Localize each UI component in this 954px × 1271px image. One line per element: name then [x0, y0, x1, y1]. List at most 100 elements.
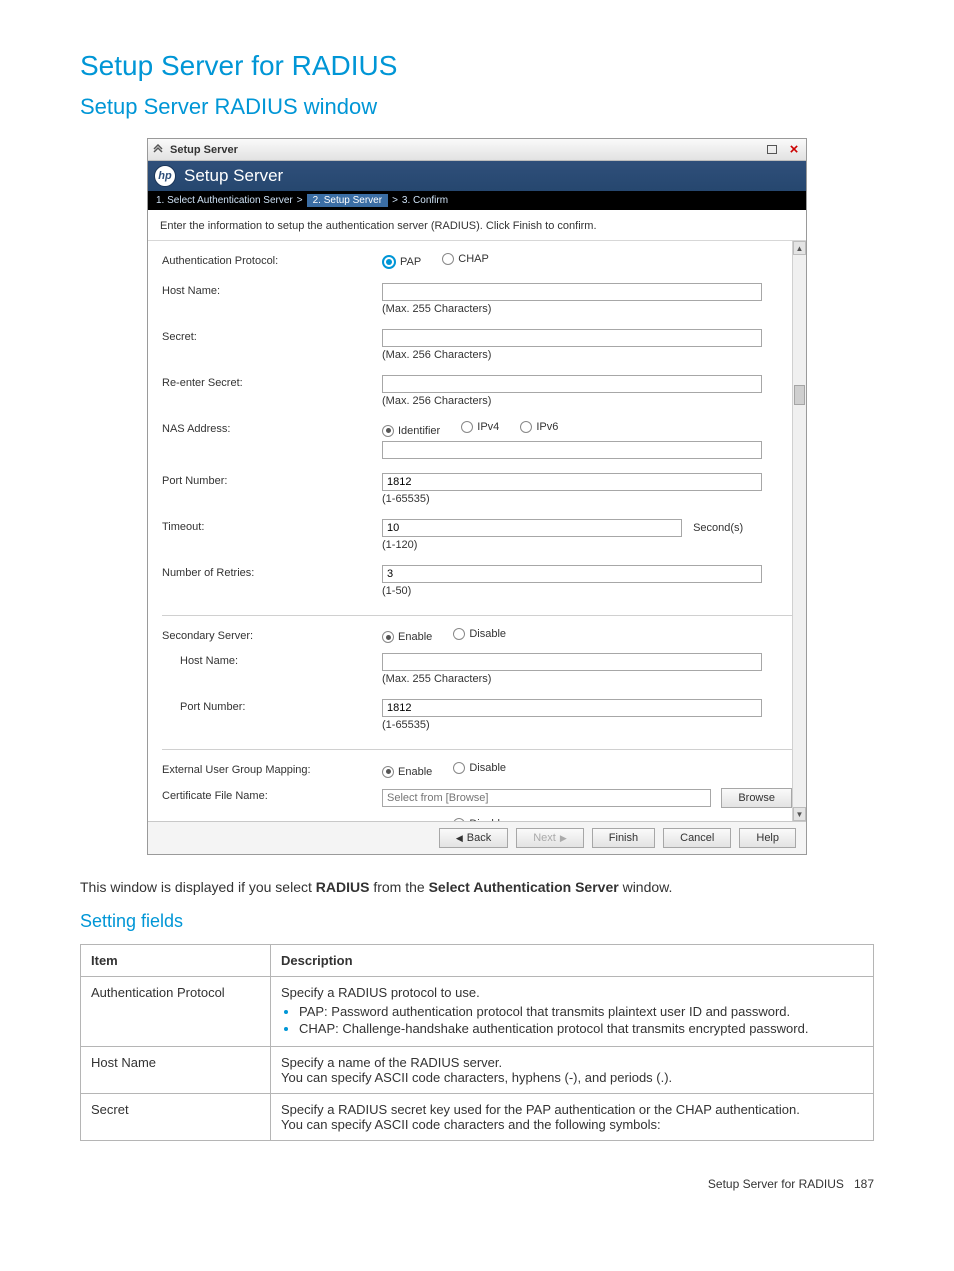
wizard-steps: 1. Select Authentication Server > 2. Set… — [148, 191, 806, 210]
certificate-file-input[interactable] — [382, 789, 711, 807]
triangle-left-icon: ◀ — [456, 833, 463, 844]
table-row: Secret Specify a RADIUS secret key used … — [81, 1094, 874, 1141]
retries-input[interactable] — [382, 565, 762, 583]
divider — [162, 749, 792, 750]
th-item: Item — [81, 945, 271, 977]
ext-group-enable-radio[interactable]: Enable — [382, 766, 432, 778]
ext-group-disable-radio[interactable]: Disable — [453, 762, 506, 774]
hp-logo-icon: hp — [154, 165, 176, 187]
secondary-port-number-input[interactable] — [382, 699, 762, 717]
desc-cell: Specify a RADIUS protocol to use. PAP: P… — [271, 977, 874, 1047]
nas-address-label: NAS Address: — [162, 421, 382, 435]
secret-label: Secret: — [162, 329, 382, 343]
nas-identifier-radio[interactable]: Identifier — [382, 425, 440, 437]
desc-cell: Specify a name of the RADIUS server. You… — [271, 1047, 874, 1094]
browse-button[interactable]: Browse — [721, 788, 792, 808]
reenter-secret-input[interactable] — [382, 375, 762, 393]
window-description: This window is displayed if you select R… — [80, 879, 874, 895]
radio-icon — [520, 421, 532, 433]
nas-ipv6-radio[interactable]: IPv6 — [520, 421, 558, 433]
cancel-button[interactable]: Cancel — [663, 828, 731, 848]
nas-ipv4-radio[interactable]: IPv4 — [461, 421, 499, 433]
auth-protocol-label: Authentication Protocol: — [162, 253, 382, 267]
scroll-down-icon[interactable]: ▼ — [793, 807, 806, 821]
secondary-host-name-hint: (Max. 255 Characters) — [382, 673, 792, 685]
step-2-active: 2. Setup Server — [307, 194, 388, 207]
close-button[interactable]: × — [786, 143, 802, 157]
banner-title: Setup Server — [184, 166, 283, 186]
scroll-thumb[interactable] — [794, 385, 805, 405]
desc-cell: Specify a RADIUS secret key used for the… — [271, 1094, 874, 1141]
table-row: Authentication Protocol Specify a RADIUS… — [81, 977, 874, 1047]
divider — [162, 615, 792, 616]
secondary-port-number-label: Port Number: — [162, 699, 382, 713]
timeout-input[interactable] — [382, 519, 682, 537]
page-footer: Setup Server for RADIUS 187 — [80, 1177, 874, 1191]
window-banner: hp Setup Server — [148, 161, 806, 191]
radio-icon — [382, 255, 396, 269]
back-button[interactable]: ◀Back — [439, 828, 508, 848]
port-number-label: Port Number: — [162, 473, 382, 487]
table-row: Host Name Specify a name of the RADIUS s… — [81, 1047, 874, 1094]
retries-hint: (1-50) — [382, 585, 792, 597]
port-number-input[interactable] — [382, 473, 762, 491]
port-number-hint: (1-65535) — [382, 493, 792, 505]
window-title: Setup Server — [170, 144, 238, 156]
timeout-unit: Second(s) — [693, 522, 743, 534]
secondary-enable-radio[interactable]: Enable — [382, 631, 432, 643]
item-cell: Host Name — [81, 1047, 271, 1094]
host-name-label: Host Name: — [162, 283, 382, 297]
finish-button[interactable]: Finish — [592, 828, 655, 848]
scroll-up-icon[interactable]: ▲ — [793, 241, 806, 255]
retries-label: Number of Retries: — [162, 565, 382, 579]
radio-icon — [382, 631, 394, 643]
timeout-hint: (1-120) — [382, 539, 792, 551]
radio-icon — [453, 818, 465, 822]
item-cell: Secret — [81, 1094, 271, 1141]
auth-protocol-pap-radio[interactable]: PAP — [382, 255, 421, 269]
setup-server-window: Setup Server × hp Setup Server 1. Select… — [147, 138, 807, 855]
radio-icon — [453, 628, 465, 640]
list-item: CHAP: Challenge-handshake authentication… — [299, 1021, 863, 1036]
step-1: 1. Select Authentication Server — [156, 195, 293, 206]
settings-table: Item Description Authentication Protocol… — [80, 944, 874, 1141]
page-subtitle: Setup Server RADIUS window — [80, 94, 874, 120]
dns-lookup-label: DNS Lookup: — [162, 818, 382, 822]
timeout-label: Timeout: — [162, 519, 382, 533]
radio-icon — [442, 253, 454, 265]
dns-disable-radio[interactable]: Disable — [453, 818, 506, 822]
secondary-host-name-input[interactable] — [382, 653, 762, 671]
wizard-button-bar: ◀Back Next▶ Finish Cancel Help — [148, 821, 806, 854]
next-button[interactable]: Next▶ — [516, 828, 584, 848]
help-button[interactable]: Help — [739, 828, 796, 848]
secondary-disable-radio[interactable]: Disable — [453, 628, 506, 640]
host-name-input[interactable] — [382, 283, 762, 301]
setting-fields-heading: Setting fields — [80, 911, 874, 932]
reenter-secret-hint: (Max. 256 Characters) — [382, 395, 792, 407]
scrollbar[interactable]: ▲ ▼ — [792, 241, 806, 821]
radio-icon — [453, 762, 465, 774]
secret-input[interactable] — [382, 329, 762, 347]
reenter-secret-label: Re-enter Secret: — [162, 375, 382, 389]
secret-hint: (Max. 256 Characters) — [382, 349, 792, 361]
secondary-host-name-label: Host Name: — [162, 653, 382, 667]
host-name-hint: (Max. 255 Characters) — [382, 303, 792, 315]
nas-address-input[interactable] — [382, 441, 762, 459]
maximize-button[interactable] — [764, 143, 780, 157]
list-item: PAP: Password authentication protocol th… — [299, 1004, 863, 1019]
window-titlebar: Setup Server × — [148, 139, 806, 161]
radio-icon — [461, 421, 473, 433]
triangle-right-icon: ▶ — [560, 833, 567, 844]
page-title: Setup Server for RADIUS — [80, 50, 874, 82]
radio-icon — [382, 766, 394, 778]
auth-protocol-chap-radio[interactable]: CHAP — [442, 253, 489, 265]
th-description: Description — [271, 945, 874, 977]
collapse-icon[interactable] — [152, 144, 164, 156]
secondary-port-number-hint: (1-65535) — [382, 719, 792, 731]
step-3: 3. Confirm — [402, 195, 448, 206]
intro-text: Enter the information to setup the authe… — [148, 210, 806, 240]
radio-icon — [382, 425, 394, 437]
ext-user-group-label: External User Group Mapping: — [162, 762, 382, 776]
secondary-server-label: Secondary Server: — [162, 628, 382, 642]
certificate-file-label: Certificate File Name: — [162, 788, 382, 802]
